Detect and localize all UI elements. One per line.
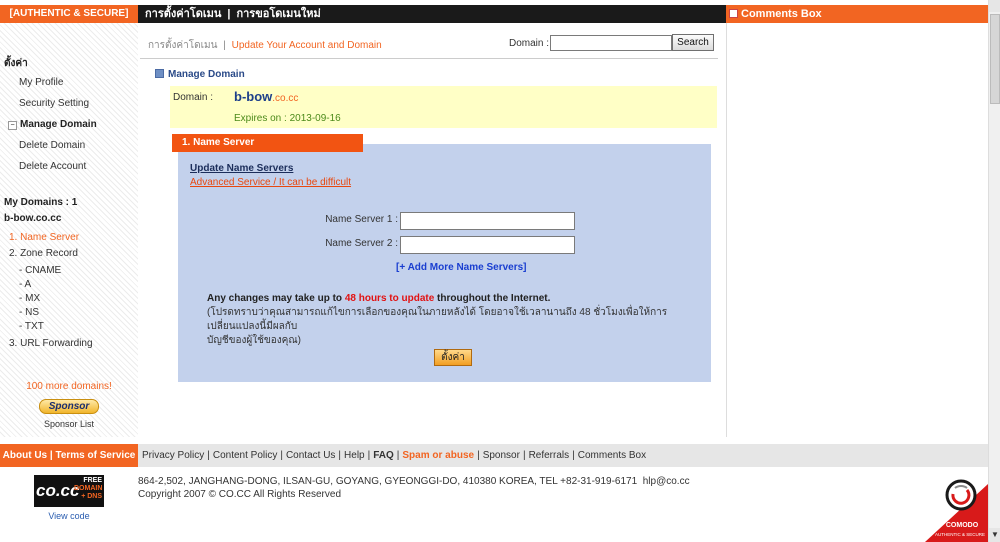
- sidebar-item-delete-account[interactable]: Delete Account: [19, 161, 86, 172]
- ns2-label: Name Server 2 :: [325, 238, 398, 249]
- record-url-forwarding[interactable]: 3. URL Forwarding: [9, 338, 93, 349]
- expand-icon[interactable]: −: [8, 121, 17, 130]
- domain-search-label: Domain :: [509, 38, 550, 49]
- page-scrollbar[interactable]: ▼: [988, 0, 1000, 542]
- record-mx[interactable]: - MX: [19, 293, 40, 304]
- footer-link-comments[interactable]: Comments Box: [578, 450, 646, 461]
- comodo-text: COMODO: [946, 522, 979, 529]
- footer-link-privacy[interactable]: Privacy Policy: [142, 450, 204, 461]
- breadcrumb-separator: |: [223, 40, 226, 51]
- comments-box-header: Comments Box: [726, 5, 988, 23]
- copyright-text: Copyright 2007 © CO.CC All Rights Reserv…: [138, 489, 342, 500]
- sidebar-item-delete-domain[interactable]: Delete Domain: [19, 140, 85, 151]
- record-txt[interactable]: - TXT: [19, 321, 44, 332]
- comments-box-body: [726, 23, 989, 437]
- footer-link-help[interactable]: Help: [344, 450, 365, 461]
- footer-link-sponsor[interactable]: Sponsor: [483, 450, 520, 461]
- sponsor-list-link[interactable]: Sponsor List: [0, 419, 138, 429]
- manage-domain-heading[interactable]: Manage Domain: [155, 69, 245, 80]
- footer-link-content-policy[interactable]: Content Policy: [213, 450, 277, 461]
- notice-thai-line-1: (โปรดทราบว่าคุณสามารถแก้ไขการเลือกของคุณ…: [207, 307, 668, 332]
- sidebar-item-my-profile[interactable]: My Profile: [19, 77, 63, 88]
- comments-title: Comments Box: [741, 8, 822, 20]
- expires-date: Expires on : 2013-09-16: [234, 113, 341, 124]
- footer-links: Privacy Policy | Content Policy | Contact Us…: [142, 450, 647, 461]
- address-text: 864-2,502, JANGHANG-DONG, ILSAN-GU, GOYA…: [138, 476, 638, 487]
- sidebar-item-manage-domain[interactable]: − Manage Domain: [8, 119, 97, 130]
- sidebar: ตั้งค่า My Profile Security Setting − Man…: [0, 23, 138, 437]
- name-server-tab[interactable]: 1. Name Server: [172, 134, 363, 152]
- ns1-label: Name Server 1 :: [325, 214, 398, 225]
- submit-settings-button[interactable]: ตั้งค่า: [434, 349, 472, 366]
- sidebar-item-security-setting[interactable]: Security Setting: [19, 98, 89, 109]
- footer-email-link[interactable]: hlp@co.cc: [643, 476, 690, 487]
- footer-link-contact[interactable]: Contact Us: [286, 450, 335, 461]
- name-server-panel: Update Name Servers Advanced Service / I…: [178, 144, 711, 382]
- record-zone-record[interactable]: 2. Zone Record: [9, 248, 78, 259]
- record-a[interactable]: - A: [19, 279, 31, 290]
- sidebar-domain-link[interactable]: b-bow.co.cc: [4, 213, 61, 224]
- search-button[interactable]: Search: [672, 34, 714, 51]
- record-ns[interactable]: - NS: [19, 307, 39, 318]
- record-name-server[interactable]: 1. Name Server: [9, 232, 79, 243]
- sidebar-item-label: Manage Domain: [20, 119, 97, 130]
- domain-name-tld: .co.cc: [272, 93, 299, 104]
- notice-prefix: Any changes may take up to: [207, 293, 345, 304]
- comodo-badge[interactable]: COMODO AUTHENTIC & SECURE: [925, 470, 988, 542]
- domain-info-box: Domain : b-bow.co.cc Expires on : 2013-0…: [170, 86, 717, 128]
- advanced-service-link[interactable]: Advanced Service / It can be difficult: [190, 177, 351, 188]
- more-domains-text: 100 more domains!: [26, 381, 112, 392]
- domain-label: Domain :: [173, 92, 214, 103]
- footer-about-terms[interactable]: About Us | Terms of Service: [0, 444, 138, 467]
- footer-link-referrals[interactable]: Referrals: [529, 450, 570, 461]
- logo-text: co.cc: [36, 481, 80, 500]
- scrollbar-thumb[interactable]: [990, 14, 1000, 104]
- manage-domain-title: Manage Domain: [168, 69, 245, 80]
- scroll-down-icon[interactable]: ▼: [989, 528, 1000, 542]
- logo-free-text: FREE DOMAIN + DNS: [74, 477, 103, 500]
- footer-address: 864-2,502, JANGHANG-DONG, ILSAN-GU, GOYA…: [138, 475, 690, 501]
- domain-name-main: b-bow: [234, 89, 273, 104]
- add-more-name-servers-link[interactable]: [+ Add More Name Servers]: [396, 262, 527, 273]
- top-nav: การตั้งค่าโดเมน | การขอโดเมนใหม่: [145, 5, 321, 23]
- update-notice: Any changes may take up to 48 hours to u…: [207, 292, 697, 348]
- nav-request-domain[interactable]: การขอโดเมนใหม่: [236, 8, 320, 20]
- scroll-up-icon[interactable]: [989, 0, 1000, 12]
- top-bar: [AUTHENTIC & SECURE] การตั้งค่าโดเมน | การ…: [0, 5, 988, 23]
- coci-logo[interactable]: co.cc FREE DOMAIN + DNS: [34, 475, 104, 507]
- view-code-link[interactable]: View code: [0, 511, 138, 521]
- my-domains-title: My Domains : 1: [4, 197, 78, 208]
- domain-name: b-bow.co.cc: [234, 89, 298, 104]
- footer-bar: About Us | Terms of Service Privacy Poli…: [0, 444, 988, 467]
- breadcrumb: การตั้งค่าโดเมน | Update Your Account an…: [148, 38, 382, 53]
- sponsor-button[interactable]: Sponsor: [39, 399, 99, 414]
- breadcrumb-root[interactable]: การตั้งค่าโดเมน: [148, 40, 217, 51]
- authentic-secure-label: [AUTHENTIC & SECURE]: [0, 5, 138, 23]
- sidebar-settings-title: ตั้งค่า: [4, 58, 28, 69]
- nav-domain-settings[interactable]: การตั้งค่าโดเมน: [145, 8, 221, 20]
- comments-icon: [729, 9, 738, 18]
- collapse-icon[interactable]: [155, 69, 164, 78]
- ns1-input[interactable]: [400, 212, 575, 230]
- name-server-title: Update Name Servers: [190, 163, 294, 174]
- notice-thai-line-2: บัญชีของผู้ใช้ของคุณ): [207, 335, 301, 346]
- comodo-subtext: AUTHENTIC & SECURE: [935, 532, 985, 537]
- notice-suffix: throughout the Internet.: [434, 293, 551, 304]
- breadcrumb-current: Update Your Account and Domain: [231, 40, 382, 51]
- record-cname[interactable]: - CNAME: [19, 265, 61, 276]
- footer-link-spam[interactable]: Spam or abuse: [402, 450, 474, 461]
- nav-separator: |: [227, 8, 231, 20]
- ns2-input[interactable]: [400, 236, 575, 254]
- notice-highlight: 48 hours to update: [344, 293, 435, 304]
- footer-link-faq[interactable]: FAQ: [373, 450, 394, 461]
- divider: [140, 58, 718, 59]
- domain-search-input[interactable]: [550, 35, 672, 51]
